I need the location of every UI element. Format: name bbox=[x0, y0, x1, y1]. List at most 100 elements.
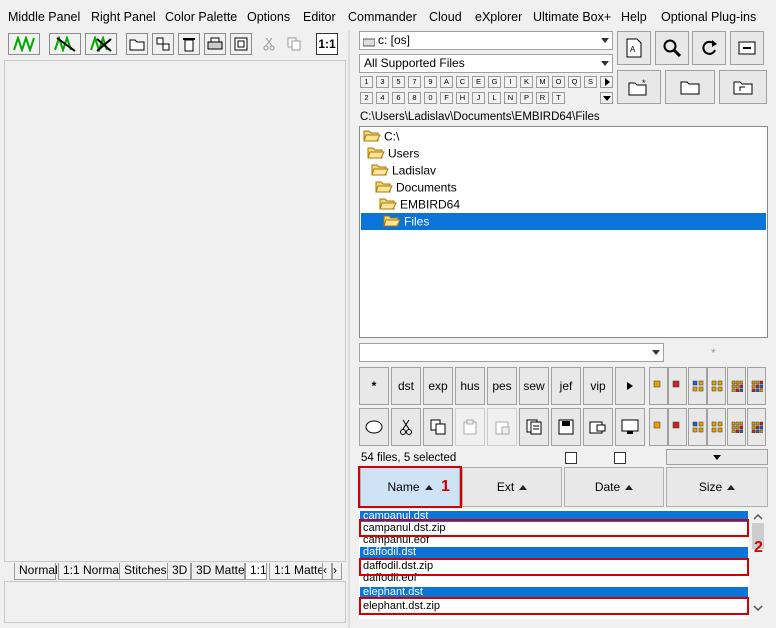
tree-node[interactable]: EMBIRD64 bbox=[361, 196, 766, 213]
tree-node[interactable]: Files bbox=[361, 213, 766, 230]
sort-date-header[interactable]: Date bbox=[564, 467, 664, 507]
print-icon[interactable] bbox=[204, 33, 226, 55]
tab-1-1[interactable]: 1:1 bbox=[245, 563, 267, 580]
quick-filter-key[interactable]: R bbox=[536, 92, 549, 104]
new-folder-icon[interactable]: * bbox=[617, 70, 661, 104]
zoom-search-icon[interactable] bbox=[655, 31, 689, 65]
trash-icon[interactable] bbox=[178, 33, 200, 55]
quick-filter-key[interactable]: K bbox=[520, 76, 533, 88]
copy-icon[interactable] bbox=[423, 408, 453, 446]
menu-commander[interactable]: Commander bbox=[348, 10, 417, 24]
sort-ext-header[interactable]: Ext bbox=[462, 467, 562, 507]
cut-icon[interactable] bbox=[391, 408, 421, 446]
layout-grid-icon[interactable] bbox=[727, 367, 746, 405]
file-row[interactable]: daffodil.dst bbox=[360, 547, 748, 558]
folder-icon[interactable] bbox=[665, 70, 715, 104]
export-icon[interactable] bbox=[152, 33, 174, 55]
tab-scroll-right-icon[interactable]: › bbox=[332, 563, 342, 580]
window-icon[interactable] bbox=[730, 31, 764, 65]
menu-middle-panel[interactable]: Middle Panel bbox=[8, 10, 80, 24]
ext-button-hus[interactable]: hus bbox=[455, 367, 485, 405]
quick-filter-key[interactable]: H bbox=[456, 92, 469, 104]
checkbox-1[interactable] bbox=[565, 452, 577, 464]
quick-filter-key[interactable]: 1 bbox=[360, 76, 373, 88]
menu-editor[interactable]: Editor bbox=[303, 10, 336, 24]
refresh-icon[interactable] bbox=[692, 31, 726, 65]
menu-optional-plugins[interactable]: Optional Plug-ins bbox=[661, 10, 756, 24]
quick-filter-key[interactable]: Q bbox=[568, 76, 581, 88]
export-icon[interactable] bbox=[583, 408, 613, 446]
quick-filter-key[interactable]: 5 bbox=[392, 76, 405, 88]
drive-combo[interactable]: c: [os] bbox=[359, 31, 613, 50]
layout-grid-icon[interactable] bbox=[747, 408, 766, 446]
quick-filter-key[interactable]: C bbox=[456, 76, 469, 88]
sort-size-header[interactable]: Size bbox=[666, 467, 768, 507]
file-list-scrollbar[interactable] bbox=[750, 509, 766, 619]
menu-explorer[interactable]: eXplorer bbox=[475, 10, 522, 24]
tree-node[interactable]: Documents bbox=[361, 179, 766, 196]
file-info-icon[interactable]: A bbox=[617, 31, 651, 65]
tab-3d[interactable]: 3D bbox=[167, 563, 191, 580]
menu-cloud[interactable]: Cloud bbox=[429, 10, 462, 24]
quick-filter-key[interactable]: O bbox=[552, 76, 565, 88]
tab-normal[interactable]: Normal bbox=[14, 563, 58, 580]
save-icon[interactable] bbox=[551, 408, 581, 446]
menu-help[interactable]: Help bbox=[621, 10, 647, 24]
ext-button-dst[interactable]: dst bbox=[391, 367, 421, 405]
scroll-right-icon[interactable] bbox=[600, 76, 613, 88]
stitch-xx-icon[interactable] bbox=[85, 33, 117, 55]
panel-divider[interactable] bbox=[348, 30, 350, 628]
folder-tree[interactable]: C:\ Users Ladislav Documents EMBIRD64 Files bbox=[359, 126, 768, 338]
quick-filter-key[interactable]: 9 bbox=[424, 76, 437, 88]
layout-grid-icon[interactable] bbox=[668, 408, 687, 446]
layout-grid-icon[interactable] bbox=[649, 367, 668, 405]
tree-node[interactable]: Users bbox=[361, 145, 766, 162]
open-folder-icon[interactable] bbox=[126, 33, 148, 55]
layout-grid-icon[interactable] bbox=[688, 408, 707, 446]
tree-node[interactable]: C:\ bbox=[361, 128, 766, 145]
ext-button-all[interactable]: * bbox=[359, 367, 389, 405]
filter-combo[interactable]: All Supported Files bbox=[359, 54, 613, 73]
quick-filter-key[interactable]: P bbox=[520, 92, 533, 104]
quick-filter-key[interactable]: L bbox=[488, 92, 501, 104]
tab-scroll-left-icon[interactable]: ‹ bbox=[322, 563, 332, 580]
quick-filter-key[interactable]: I bbox=[504, 76, 517, 88]
frame-icon[interactable] bbox=[230, 33, 252, 55]
layout-grid-icon[interactable] bbox=[707, 367, 726, 405]
layout-grid-icon[interactable] bbox=[747, 367, 766, 405]
quick-filter-key[interactable]: 8 bbox=[408, 92, 421, 104]
quick-filter-key[interactable]: A bbox=[440, 76, 453, 88]
quick-filter-key[interactable]: 7 bbox=[408, 76, 421, 88]
quick-filter-key[interactable]: G bbox=[488, 76, 501, 88]
stitch-crossed-icon[interactable] bbox=[49, 33, 81, 55]
ext-button-exp[interactable]: exp bbox=[423, 367, 453, 405]
tab-3d-matte[interactable]: 3D Matte bbox=[191, 563, 245, 580]
quick-filter-key[interactable]: 2 bbox=[360, 92, 373, 104]
ext-button-pes[interactable]: pes bbox=[487, 367, 517, 405]
quick-filter-key[interactable]: E bbox=[472, 76, 485, 88]
tab-1-1-matte[interactable]: 1:1 Matte bbox=[269, 563, 324, 580]
quick-filter-key[interactable]: 0 bbox=[424, 92, 437, 104]
menu-right-panel[interactable]: Right Panel bbox=[91, 10, 156, 24]
menu-ultimate-box[interactable]: Ultimate Box+ bbox=[533, 10, 611, 24]
quick-filter-key[interactable]: F bbox=[440, 92, 453, 104]
quick-filter-key[interactable]: 4 bbox=[376, 92, 389, 104]
layout-grid-icon[interactable] bbox=[727, 408, 746, 446]
folder-up-icon[interactable] bbox=[719, 70, 767, 104]
ext-button-vip[interactable]: vip bbox=[583, 367, 613, 405]
ext-button-sew[interactable]: sew bbox=[519, 367, 549, 405]
menu-color-palette[interactable]: Color Palette bbox=[165, 10, 237, 24]
layout-grid-icon[interactable] bbox=[688, 367, 707, 405]
quick-filter-key[interactable]: 3 bbox=[376, 76, 389, 88]
layout-grid-icon[interactable] bbox=[649, 408, 668, 446]
lasso-icon[interactable] bbox=[359, 408, 389, 446]
quick-filter-key[interactable]: 6 bbox=[392, 92, 405, 104]
quick-filter-key[interactable]: J bbox=[472, 92, 485, 104]
properties-icon[interactable] bbox=[519, 408, 549, 446]
stitch-view-icon[interactable] bbox=[8, 33, 40, 55]
menu-options[interactable]: Options bbox=[247, 10, 290, 24]
checkbox-2[interactable] bbox=[614, 452, 626, 464]
quick-filter-key[interactable]: N bbox=[504, 92, 517, 104]
size-dropdown[interactable] bbox=[666, 449, 768, 465]
search-combo[interactable] bbox=[359, 343, 664, 362]
